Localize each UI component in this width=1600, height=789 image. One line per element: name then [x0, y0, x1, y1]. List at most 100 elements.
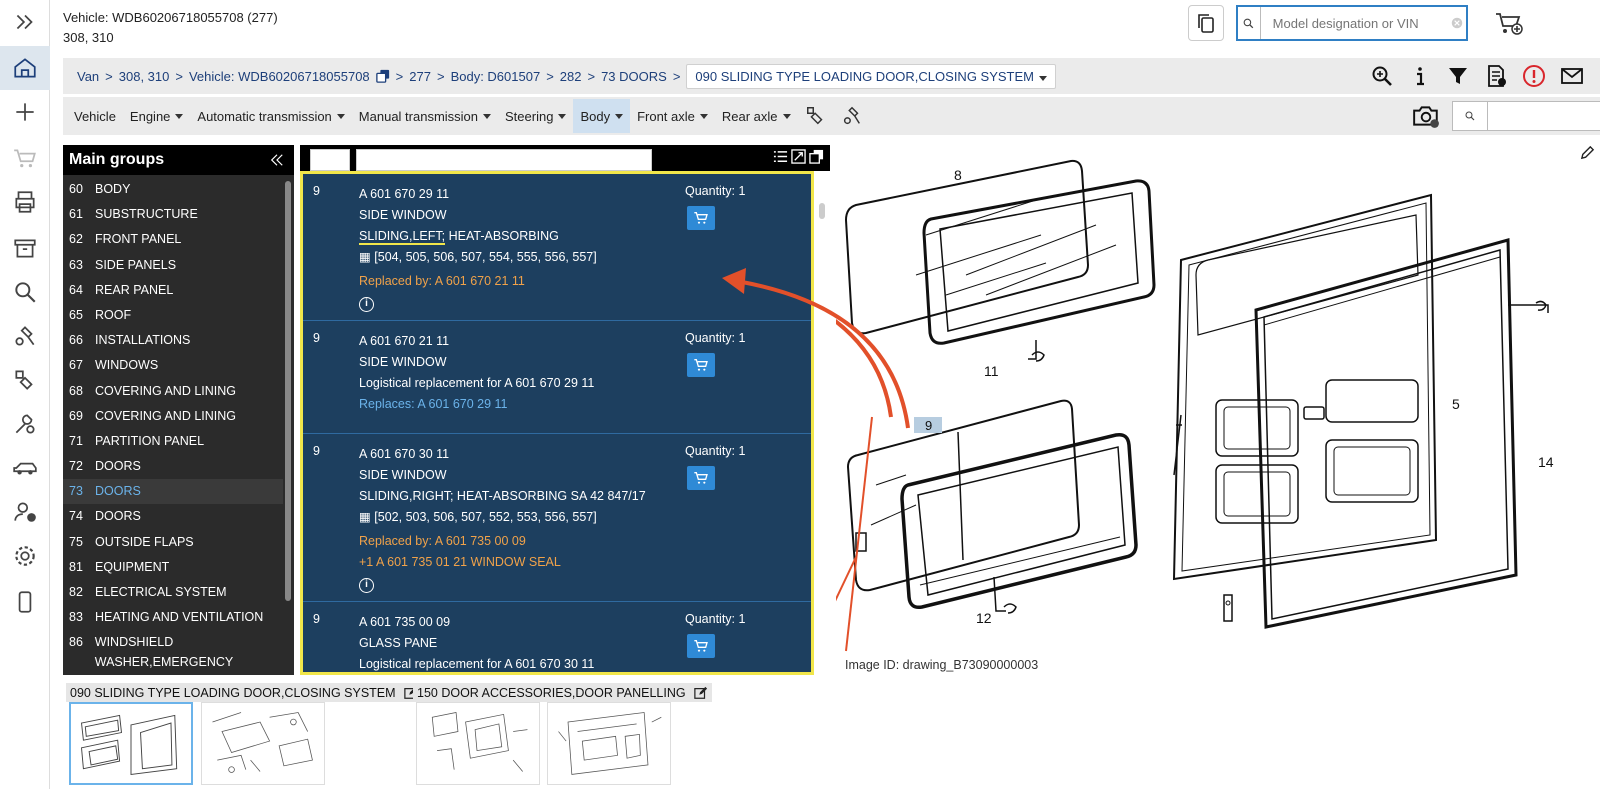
- alert-icon[interactable]: [1520, 62, 1548, 90]
- tools-icon[interactable]: [0, 314, 50, 358]
- home-icon[interactable]: [0, 46, 50, 90]
- cart-icon[interactable]: [0, 136, 50, 180]
- crumb-van[interactable]: Van: [77, 69, 99, 84]
- mobile-icon[interactable]: [0, 580, 50, 624]
- camera-icon[interactable]: [1408, 101, 1444, 131]
- add-to-cart-button[interactable]: [687, 634, 715, 658]
- paint-icon[interactable]: [0, 358, 50, 402]
- add-to-cart-icon[interactable]: [1494, 10, 1524, 38]
- expand-icon[interactable]: [791, 149, 806, 164]
- parts-drawing[interactable]: 8 11 9 12 5 14: [836, 145, 1600, 675]
- service-icon[interactable]: [0, 402, 50, 446]
- menu-front-axle[interactable]: Front axle: [630, 99, 715, 133]
- callout-9[interactable]: 9: [925, 418, 932, 433]
- expand-icon[interactable]: [0, 0, 50, 44]
- callout-14[interactable]: 14: [1538, 454, 1554, 470]
- replaced-by-link[interactable]: Replaced by: A 601 735 00 09: [359, 531, 646, 552]
- plus-icon[interactable]: [0, 90, 50, 134]
- group-item[interactable]: 81 EQUIPMENT: [63, 555, 283, 580]
- tools-button[interactable]: [834, 99, 870, 133]
- add-to-cart-button[interactable]: [687, 466, 715, 490]
- thumbnail-drawing-1[interactable]: [69, 702, 193, 785]
- window-icon[interactable]: [809, 149, 824, 164]
- crumb-282[interactable]: 282: [560, 69, 582, 84]
- group-item[interactable]: 64 REAR PANEL: [63, 278, 283, 303]
- search-icon[interactable]: [0, 270, 50, 314]
- group-item[interactable]: 60 BODY: [63, 177, 283, 202]
- replaces-link[interactable]: Replaces: A 601 670 29 11: [359, 394, 594, 415]
- user-info-icon[interactable]: [0, 490, 50, 534]
- search-icon[interactable]: [1452, 101, 1488, 131]
- group-item[interactable]: 62 FRONT PANEL: [63, 227, 283, 252]
- group-item[interactable]: 83 HEATING AND VENTILATION: [63, 605, 283, 630]
- callout-5[interactable]: 5: [1452, 396, 1460, 412]
- group-item[interactable]: 86WINDSHIELD WASHER,EMERGENCY EQUIPMT.: [63, 630, 283, 689]
- group-item[interactable]: 65 ROOF: [63, 303, 283, 328]
- parts-scrollbar[interactable]: [819, 203, 825, 219]
- edit-icon[interactable]: [1580, 145, 1595, 165]
- menu-manual-transmission[interactable]: Manual transmission: [352, 99, 498, 133]
- group-item[interactable]: 74 DOORS: [63, 504, 283, 529]
- group-item[interactable]: 82 ELECTRICAL SYSTEM: [63, 580, 283, 605]
- copy-vin-icon[interactable]: [375, 69, 390, 83]
- printer-icon[interactable]: [0, 180, 50, 224]
- add-to-cart-button[interactable]: [687, 353, 715, 377]
- vehicle-icon[interactable]: [0, 446, 50, 490]
- group-item[interactable]: 63 SIDE PANELS: [63, 253, 283, 278]
- group-item[interactable]: 68 COVERING AND LINING: [63, 379, 283, 404]
- info-icon[interactable]: i: [359, 578, 374, 593]
- crumb-vehicle[interactable]: Vehicle: WDB60206718055708: [189, 69, 370, 84]
- group-item[interactable]: 75 OUTSIDE FLAPS: [63, 530, 283, 555]
- vin-search-input[interactable]: [1260, 7, 1449, 39]
- filter-icon[interactable]: [1444, 62, 1472, 90]
- crumb-277[interactable]: 277: [409, 69, 431, 84]
- menu-steering[interactable]: Steering: [498, 99, 573, 133]
- crumb-model[interactable]: 308, 310: [119, 69, 170, 84]
- list-view-icon[interactable]: [773, 149, 788, 164]
- edit-icon[interactable]: [693, 686, 708, 700]
- archive-icon[interactable]: [0, 226, 50, 270]
- parts-search-input[interactable]: [1488, 101, 1600, 131]
- info-icon[interactable]: i: [359, 297, 374, 312]
- paint-tool-button[interactable]: [798, 99, 834, 133]
- groups-scrollbar[interactable]: [285, 181, 291, 601]
- menu-engine[interactable]: Engine: [123, 99, 190, 133]
- thumbnail-drawing-2[interactable]: [201, 702, 325, 785]
- add-to-cart-button[interactable]: [687, 206, 715, 230]
- clear-icon[interactable]: [1449, 7, 1466, 39]
- crumb-current-dropdown[interactable]: 090 SLIDING TYPE LOADING DOOR,CLOSING SY…: [686, 63, 1056, 89]
- part-row[interactable]: 9 A 601 735 00 09 GLASS PANE Logistical …: [303, 602, 811, 672]
- collapse-icon[interactable]: [268, 151, 286, 169]
- part-row[interactable]: 9 A 601 670 30 11 SIDE WINDOW SLIDING,RI…: [303, 434, 811, 602]
- group-item[interactable]: 67 WINDOWS: [63, 353, 283, 378]
- thumbnail-drawing-3[interactable]: [416, 702, 540, 785]
- group-item-selected[interactable]: 73 DOORS: [63, 479, 283, 505]
- zoom-icon[interactable]: [1368, 62, 1396, 90]
- crumb-body[interactable]: Body: D601507: [451, 69, 541, 84]
- group-item[interactable]: 72 DOORS: [63, 454, 283, 479]
- mail-icon[interactable]: [1558, 62, 1586, 90]
- settings-gear-icon[interactable]: [0, 534, 50, 578]
- group-item[interactable]: 71 PARTITION PANEL: [63, 429, 283, 454]
- callout-8[interactable]: 8: [954, 167, 962, 183]
- parts-filter-input[interactable]: [356, 149, 652, 171]
- extra-part-link[interactable]: +1 A 601 735 01 21 WINDOW SEAL: [359, 552, 646, 573]
- pos-filter-input[interactable]: [310, 149, 350, 171]
- pointer-arrow: [722, 268, 910, 429]
- menu-vehicle[interactable]: Vehicle: [67, 99, 123, 133]
- group-item[interactable]: 69 COVERING AND LINING: [63, 404, 283, 429]
- document-alert-icon[interactable]: [1482, 62, 1510, 90]
- search-icon[interactable]: [1238, 7, 1261, 39]
- callout-12[interactable]: 12: [976, 610, 992, 626]
- copy-button[interactable]: [1188, 5, 1224, 41]
- group-item[interactable]: 61 SUBSTRUCTURE: [63, 202, 283, 227]
- menu-automatic-transmission[interactable]: Automatic transmission: [190, 99, 351, 133]
- thumbnail-drawing-4[interactable]: [547, 702, 671, 785]
- crumb-doors[interactable]: 73 DOORS: [601, 69, 667, 84]
- callout-11[interactable]: 11: [984, 363, 999, 379]
- info-icon[interactable]: [1406, 62, 1434, 90]
- group-item[interactable]: 66 INSTALLATIONS: [63, 328, 283, 353]
- menu-body[interactable]: Body: [573, 99, 631, 133]
- menu-rear-axle[interactable]: Rear axle: [715, 99, 798, 133]
- replaced-by-link[interactable]: Replaced by: A 601 670 21 11: [359, 271, 597, 292]
